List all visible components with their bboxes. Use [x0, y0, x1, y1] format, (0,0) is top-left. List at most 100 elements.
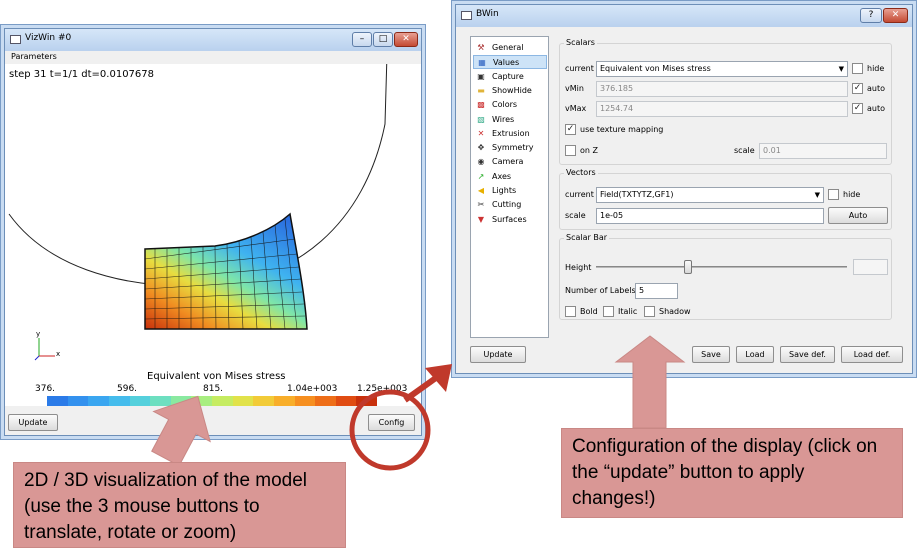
colorbar-tick-label: 1.25e+003 [357, 384, 408, 394]
labels-count-input[interactable]: 5 [635, 283, 678, 299]
height-spinbox[interactable] [853, 259, 888, 275]
nav-item-wires[interactable]: ▧ Wires [473, 113, 547, 127]
vectors-scale-input[interactable]: 1e-05 [596, 208, 824, 224]
scalarbar-group: Scalar Bar Height Number of Labels 5 Bol… [559, 233, 892, 320]
nav-item-label: Camera [492, 157, 524, 167]
vizwin-update-button[interactable]: Update [8, 414, 58, 431]
model-view [8, 64, 388, 330]
nav-item-colors[interactable]: ▩ Colors [473, 98, 547, 112]
scalars-scale-input[interactable]: 0.01 [759, 143, 887, 159]
category-list[interactable]: ⚒ General ▦ Values ▣ Capture ▬ ShowHide ▩ Colors ▧… [470, 36, 549, 338]
minimize-button[interactable]: – [352, 32, 372, 47]
right-callout: Configuration of the display (click on t… [561, 428, 903, 518]
scalars-scale-label: scale [734, 146, 755, 155]
onz-checkbox[interactable] [565, 145, 576, 156]
nav-item-capture[interactable]: ▣ Capture [473, 70, 547, 84]
height-slider-handle[interactable] [684, 260, 692, 274]
config-button[interactable]: Config [368, 414, 415, 431]
scalars-current-select[interactable]: Equivalent von Mises stress ▼ [596, 61, 848, 77]
colorbar [47, 396, 377, 406]
vectors-current-label: current [565, 190, 594, 199]
colorbar-segment [191, 396, 212, 406]
vizwin-window: VizWin #0 – □ ✕ Parameters step 31 t=1/1… [4, 28, 422, 436]
bwin-titlebar[interactable]: BWin ? ✕ [456, 5, 912, 27]
bwin-update-button[interactable]: Update [470, 346, 526, 363]
nav-item-camera[interactable]: ◉ Camera [473, 155, 547, 169]
chevron-down-icon: ▼ [814, 191, 820, 199]
colorbar-segment [315, 396, 336, 406]
save-button[interactable]: Save [692, 346, 730, 363]
vmax-auto-checkbox[interactable]: ✓ [852, 103, 863, 114]
colorbar-segment [253, 396, 274, 406]
colorbar-segment [150, 396, 171, 406]
close-button[interactable]: ✕ [394, 32, 418, 47]
colorbar-segment [67, 396, 89, 406]
texture-mapping-label: use texture mapping [580, 125, 664, 134]
scalars-current-value: Equivalent von Mises stress [600, 64, 711, 73]
vectors-hide-label: hide [843, 190, 861, 199]
colorbar-segment [88, 396, 109, 406]
nav-item-label: Wires [492, 114, 515, 124]
colorbar-segment [232, 396, 254, 406]
vectors-group: Vectors current Field(TXTYTZ,GF1) ▼ hide… [559, 168, 892, 230]
maximize-button[interactable]: □ [373, 32, 393, 47]
nav-item-extrusion[interactable]: ✕ Extrusion [473, 127, 547, 141]
italic-checkbox[interactable] [603, 306, 614, 317]
menu-bar: Parameters [5, 51, 421, 64]
bwin-close-button[interactable]: ✕ [883, 8, 908, 23]
texture-mapping-checkbox[interactable]: ✓ [565, 124, 576, 135]
bold-label: Bold [580, 307, 598, 316]
vmax-input[interactable]: 1254.74 [596, 101, 848, 117]
axis-x-label: x [56, 350, 61, 358]
colorbar-tick-label: 596. [117, 384, 138, 394]
nav-item-label: Capture [492, 71, 524, 81]
colorbar-tick-label: 1.04e+003 [287, 384, 338, 394]
capture-icon: ▣ [477, 71, 485, 81]
save-defaults-button[interactable]: Save def. [780, 346, 835, 363]
vectors-hide-checkbox[interactable] [828, 189, 839, 200]
shadow-label: Shadow [659, 307, 691, 316]
scalars-hide-checkbox[interactable] [852, 63, 863, 74]
vectors-title: Vectors [564, 168, 598, 177]
height-slider[interactable] [596, 266, 847, 268]
nav-item-cutting[interactable]: ✂ Cutting [473, 198, 547, 212]
vmin-input[interactable]: 376.185 [596, 81, 848, 97]
general-icon: ⚒ [477, 43, 485, 52]
nav-item-label: General [492, 43, 524, 52]
vmin-auto-checkbox[interactable]: ✓ [852, 83, 863, 94]
nav-item-symmetry[interactable]: ✥ Symmetry [473, 141, 547, 155]
nav-item-lights[interactable]: ◀ Lights [473, 184, 547, 198]
menu-parameters[interactable]: Parameters [11, 52, 57, 61]
bwin-window: BWin ? ✕ ⚒ General ▦ Values ▣ Capture ▬ ShowHid… [455, 4, 913, 374]
config-to-bwin-arrowhead [425, 364, 452, 392]
nav-item-showhide[interactable]: ▬ ShowHide [473, 84, 547, 98]
vizwin-titlebar[interactable]: VizWin #0 – □ ✕ [5, 29, 421, 51]
left-callout: 2D / 3D visualization of the model (use … [13, 462, 346, 548]
bold-checkbox[interactable] [565, 306, 576, 317]
shadow-checkbox[interactable] [644, 306, 655, 317]
vmax-label: vMax [565, 104, 587, 113]
viewport[interactable]: step 31 t=1/1 dt=0.0107678 y x Equivalen… [5, 64, 421, 406]
colorbar-segment [108, 396, 130, 406]
extrusion-icon: ✕ [477, 128, 485, 138]
nav-item-axes[interactable]: ↗ Axes [473, 170, 547, 184]
nav-item-general[interactable]: ⚒ General [473, 41, 547, 55]
axes-icon: ↗ [477, 171, 485, 181]
scalars-current-label: current [565, 64, 594, 73]
chevron-down-icon: ▼ [838, 65, 844, 73]
colorbar-segment [294, 396, 316, 406]
nav-item-label: Extrusion [492, 128, 530, 138]
help-button[interactable]: ? [860, 8, 882, 23]
colorbar-tick-label: 376. [35, 384, 56, 394]
nav-item-values[interactable]: ▦ Values [473, 55, 547, 70]
bwin-title: BWin [476, 9, 499, 19]
nav-item-label: Lights [492, 186, 517, 195]
vectors-auto-button[interactable]: Auto [828, 207, 888, 224]
height-label: Height [565, 263, 592, 272]
vectors-scale-label: scale [565, 211, 586, 220]
vectors-current-select[interactable]: Field(TXTYTZ,GF1) ▼ [596, 187, 824, 203]
scalars-title: Scalars [564, 38, 597, 47]
nav-item-surfaces[interactable]: ▼ Surfaces [473, 213, 547, 227]
load-defaults-button[interactable]: Load def. [841, 346, 903, 363]
load-button[interactable]: Load [736, 346, 774, 363]
